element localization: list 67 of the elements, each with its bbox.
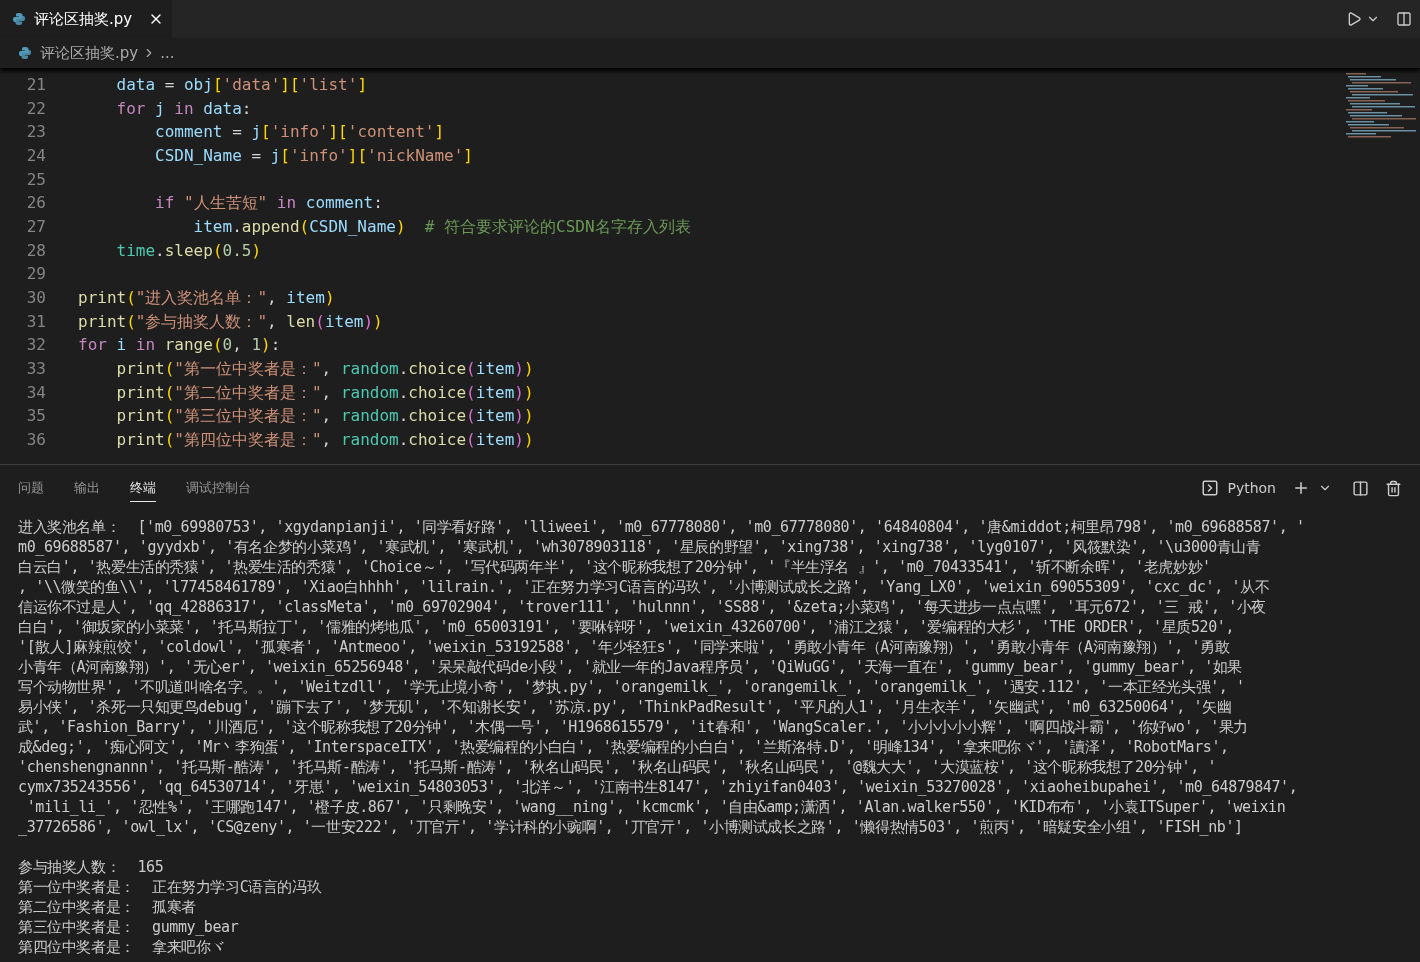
panel-tab[interactable]: 终端	[130, 473, 156, 503]
terminal-line: 信运你不过是人', 'qq_42886317', 'classMeta', 'm0_69702904', 'trover111', 'hulnnn', 'SS88', '&zeta;小菜鸡', '每天进步一点点嘿', '耳元672', '三 戒', '小夜	[18, 597, 1266, 617]
terminal-line: 'mili_li_', '忍性%', '王哪跑147', '橙子皮.867', '只剩晚安', 'wang__ning', 'kcmcmk', '自由&amp;潇洒', 'Alan.walker550', 'KID布布', '小袁ITSuper', 'weixin	[25, 797, 1286, 817]
new-terminal-icon[interactable]	[1292, 479, 1310, 497]
code-line: time.sleep(0.5)	[115, 239, 262, 262]
python-file-icon	[18, 46, 32, 60]
line-number: 28	[25, 239, 46, 262]
panel-tab[interactable]: 调试控制台	[186, 473, 251, 503]
trash-icon[interactable]	[1385, 479, 1402, 497]
terminal-icon	[1201, 479, 1220, 497]
terminal-line: 写个动物世界', '不叽道叫啥名字。。', 'Weitzdll', '学无止境小奇', '梦执.py', 'orangemilk_', 'orangemilk_', 'orangemilk_', '遇安.112', '一本正经光头强', '	[18, 677, 1245, 697]
line-number: 27	[25, 215, 46, 238]
terminal-line: 武', 'Fashion_Barry', '川酒厄', '这个昵称我想了20分钟', '木偶一号', 'H1968615579', 'it春和', 'WangScaler.', '小小小小小辉', '啊四战斗霸', '你好wo', '果力	[18, 717, 1248, 737]
line-number: 24	[25, 144, 46, 167]
terminal-line: 第三位中奖者是： gummy_bear	[18, 917, 239, 937]
line-number: 36	[25, 429, 46, 452]
line-number: 35	[25, 405, 46, 428]
code-line: print("第一位中奖者是：", random.choice(item))	[115, 358, 534, 381]
code-line: for j in data:	[115, 97, 252, 120]
line-number: 30	[25, 287, 46, 310]
panel-tab[interactable]: 输出	[74, 473, 100, 503]
terminal-line: 参与抽奖人数： 165	[18, 857, 164, 877]
code-line: for i in range(0, 1):	[78, 334, 281, 357]
line-number: 32	[25, 334, 46, 357]
line-number: 22	[25, 97, 46, 120]
code-line: print("第二位中奖者是：", random.choice(item))	[115, 381, 534, 404]
code-line: comment = j['info']['content']	[154, 121, 445, 144]
code-line: item.append(CSDN_Name) # 符合要求评论的CSDN名字存入列表	[192, 215, 691, 238]
code-line: data = obj['data']['list']	[115, 73, 367, 96]
code-line: if "人生苦短" in comment:	[154, 192, 383, 215]
line-number: 26	[25, 192, 46, 215]
breadcrumb-more[interactable]: ...	[160, 41, 175, 65]
breadcrumb-file[interactable]: 评论区抽奖.py	[40, 41, 139, 65]
code-line: print("参与抽奖人数：", len(item))	[78, 310, 383, 333]
line-number: 23	[25, 121, 46, 144]
line-number: 29	[25, 263, 46, 286]
terminal-line: 进入奖池名单： ['m0_69980753', 'xgydanpianji', '同学看好路', 'lliweei', 'm0_67778080', 'm0_67778080', '64840804', '唐&middot;柯里昂798', 'm0_69688587', '	[18, 517, 1305, 537]
terminal-line: 'chenshengnannn', '托马斯-酷涛', '托马斯-酷涛', '托马斯-酷涛', '秋名山码民', '秋名山码民', '秋名山码民', '@魏大大', '大漠蓝桉', '这个昵称我想了20分钟', '	[18, 757, 1217, 777]
terminal-line: m0_69688587', 'gyydxb', '有名企梦的小菜鸡', '寒武机', '寒武机', 'wh3078903118', '星辰的野望', 'xing738', 'xing738', 'lyg0107', '风筱默染', '\u3000青山青	[18, 537, 1261, 557]
terminal-line: 小青年（A河南豫翔）', '无心er', 'weixin_65256948', '呆呆敲代码de小段', '就业一年的Java程序员', 'QiWuGG', '天海一直在', 'gummy_bear', 'gummy_bear', '如果	[18, 657, 1243, 677]
python-file-icon	[12, 12, 26, 26]
terminal-line: 易小侠', '杀死一只知更鸟debug', '蹦下去了', '梦无矶', '不知谢长安', '苏凉.py', 'ThinkPadResult', '平凡的人1', '月生衣羊', '矢幽武', 'm0_63250064', '矢幽	[18, 697, 1232, 717]
terminal-line: 第一位中奖者是： 正在努力学习C语言的冯玖	[18, 877, 322, 897]
code-line: print("进入奖池名单：", item)	[78, 287, 335, 310]
terminal-line: , '\\微笑的鱼\\', 'l77458461789', 'Xiao白hhhh', 'lilrain.', '正在努力学习C语言的冯玖', '小博测试成长之路', 'Yang_LX0', 'weixin_69055309', 'cxc_dc', '从不	[18, 577, 1270, 597]
line-number: 31	[25, 310, 46, 333]
line-number: 33	[25, 358, 46, 381]
code-line: print("第三位中奖者是：", random.choice(item))	[115, 405, 534, 428]
terminal-line: '[散人]麻辣煎饺', 'coldowl', '孤寒者', 'Antmeoo', 'weixin_53192588', '年少轻狂s', '同学来啦', '勇敢小青年（A河南豫翔）', '勇敢小青年（A河南豫翔）', '勇敢	[18, 637, 1230, 657]
panel-tab[interactable]: 问题	[18, 473, 44, 503]
terminal-line: 成&deg;', '痴心阿文', 'Mr丶李狗蛋', 'InterspaceITX', '热爱编程的小白白', '热爱编程的小白白', '兰斯洛特.D', '明峰134', '拿来吧你ヾ', '讀泽', 'RobotMars',	[18, 737, 1229, 757]
code-line: print("第四位中奖者是：", random.choice(item))	[115, 429, 534, 452]
line-number: 34	[25, 381, 46, 404]
terminal-line: cymx735243556', 'qq_64530714', '牙崽', 'weixin_54803053', '北洋～', '江南书生8147', 'zhiyifan0403', 'weixin_53270028', 'xiaoheibupahei', 'm0_64879847',	[18, 777, 1298, 797]
terminal-line: 白白', '御坂家的小菜菜', '托马斯拉丁', '儒雅的烤地瓜', 'm0_65003191', '要咻锌呀', 'weixin_43260700', '浦江之猿', '爱编程的大杉', 'THE ORDER', '星质520',	[18, 617, 1235, 637]
split-terminal-icon[interactable]	[1352, 479, 1369, 497]
line-number: 25	[25, 168, 46, 191]
terminal-line: _37726586', 'owl_lx', 'CS@zeny', '一世安222', '丌官亓', '学计科的小豌啊', '丌官亓', '小博测试成长之路', '懒得热情503', '煎丙', '暗疑安全小组', 'FISH_nb']	[18, 817, 1243, 837]
terminal-line: 白云白', '热爱生活的秃猿', '热爱生活的秃猿', 'Choice～', '写代码两年半', '这个昵称我想了20分钟', '『半生浮名 』', 'm0_70433541', '斩不断余晖', '老虎妙妙'	[18, 557, 1211, 577]
terminal-shell-label[interactable]: Python	[1227, 477, 1276, 499]
code-line: CSDN_Name = j['info']['nickName']	[154, 144, 473, 167]
terminal-line: 第四位中奖者是： 拿来吧你ヾ	[18, 937, 226, 957]
run-icon[interactable]	[1346, 11, 1362, 27]
terminal-line: 第二位中奖者是： 孤寒者	[18, 897, 196, 917]
line-number: 21	[25, 73, 46, 96]
split-editor-icon[interactable]	[1396, 11, 1412, 27]
editor-tab[interactable]: 评论区抽奖.py	[0, 0, 173, 38]
